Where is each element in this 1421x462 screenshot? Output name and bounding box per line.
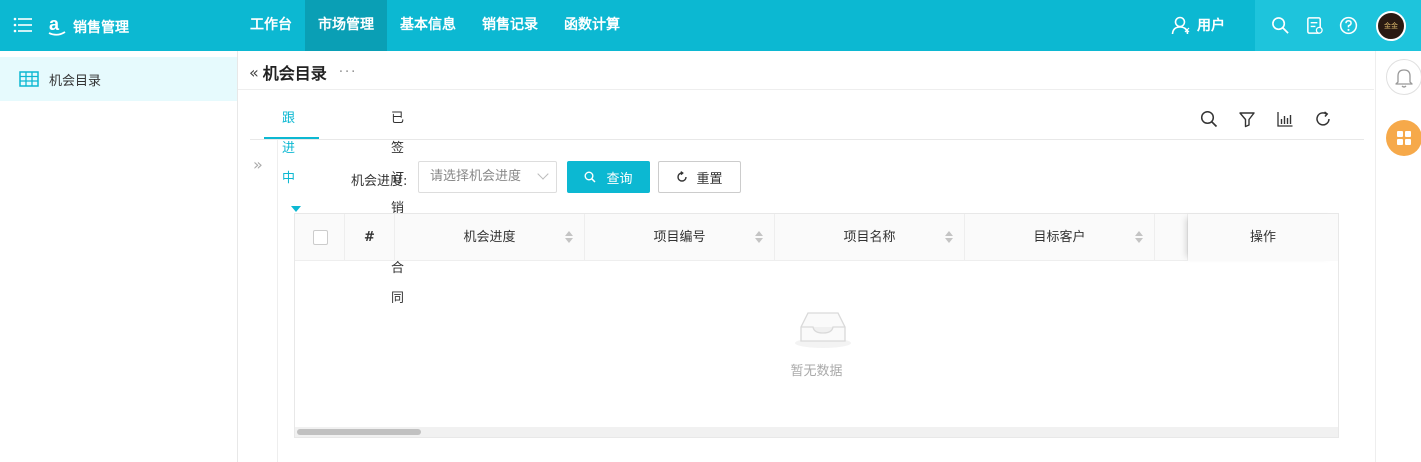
column-header-extra [1155,214,1188,261]
logo-icon: a [48,15,66,36]
avatar[interactable]: 金金 [1376,11,1406,41]
query-button[interactable]: 查询 [567,161,650,193]
top-bar: a 销售管理 工作台 市场管理 基本信息 销售记录 函数计算 用户 金金 [0,0,1421,51]
sidebar-item-label: 机会目录 [49,73,102,89]
sort-icon[interactable] [1135,231,1143,243]
user-menu[interactable]: 用户 [1171,15,1225,35]
divider [250,139,1364,140]
notification-button[interactable] [1386,59,1421,95]
search-icon [584,171,597,183]
tab-label: 跟进中 [282,111,296,186]
sidebar-item-opportunity-catalog[interactable]: 机会目录 [0,57,237,101]
column-header-label: 项目编号 [653,230,706,245]
bar-chart-icon[interactable] [1276,110,1294,128]
sort-icon[interactable] [755,231,763,243]
scrollbar-thumb[interactable] [297,429,421,435]
refresh-icon[interactable] [1314,110,1332,128]
filter-icon[interactable] [1238,110,1256,128]
nav-item-workbench[interactable]: 工作台 [237,0,305,51]
page-header: « 机会目录 ··· [249,60,357,84]
empty-inbox-icon [795,312,851,348]
progress-select[interactable]: 请选择机会进度 [418,161,557,193]
nav-item-function-calc[interactable]: 函数计算 [551,0,633,51]
column-header-actions: 操作 [1188,214,1338,261]
horizontal-scrollbar[interactable] [295,427,1338,437]
column-header-target-customer[interactable]: 目标客户 [965,214,1155,261]
search-icon[interactable] [1200,110,1218,128]
caret-down-icon [291,205,301,212]
app-title: 销售管理 [73,20,129,36]
menu-icon[interactable] [13,15,33,35]
search-icon[interactable] [1271,16,1290,35]
column-header-label: 项目名称 [843,230,896,245]
sidebar: 机会目录 [0,51,238,462]
select-all-checkbox[interactable] [313,230,328,245]
nav-item-market[interactable]: 市场管理 [305,0,387,51]
divider [277,140,278,462]
query-label: 查询 [606,171,633,187]
tab-following[interactable]: 跟进中 [264,104,319,212]
svg-text:a: a [49,15,60,34]
more-icon[interactable]: ··· [339,65,357,80]
empty-text: 暂无数据 [790,364,843,379]
tab-signed-contract[interactable]: 已签订销售合同 [391,104,404,306]
grid-icon [1397,131,1411,145]
column-header-label: 目标客户 [1033,230,1086,245]
column-header-project-no[interactable]: 项目编号 [585,214,775,261]
nav-item-basic-info[interactable]: 基本信息 [387,0,469,51]
table-icon [19,71,39,87]
document-icon[interactable] [1305,16,1324,35]
table-header: # 机会进度 项目编号 项目名称 目标客户 操作 [295,214,1338,261]
user-label: 用户 [1197,18,1225,34]
sort-icon[interactable] [945,231,953,243]
nav-item-sales-record[interactable]: 销售记录 [469,0,551,51]
column-header-label: 机会进度 [463,230,516,245]
double-chevron-left-icon[interactable]: « [249,63,259,82]
data-table: # 机会进度 项目编号 项目名称 目标客户 操作 暂无数据 [294,213,1339,438]
column-header-index: # [345,214,395,261]
bell-icon [1395,69,1413,88]
reset-button[interactable]: 重置 [658,161,741,193]
expand-chevron-icon[interactable]: » [253,155,263,174]
page-title: 机会目录 [262,64,327,83]
divider [238,89,1374,90]
chevron-down-icon [537,168,549,180]
help-icon[interactable] [1339,16,1358,35]
sort-icon[interactable] [565,231,573,243]
select-placeholder: 请选择机会进度 [430,169,522,184]
reset-icon [677,171,688,182]
reset-label: 重置 [696,171,723,187]
column-header-progress[interactable]: 机会进度 [395,214,585,261]
select-all-cell [295,214,345,261]
apps-button[interactable] [1386,120,1421,156]
main-nav: 工作台 市场管理 基本信息 销售记录 函数计算 [237,0,633,51]
filter-label: 机会进度: [351,174,408,189]
right-rail [1375,51,1421,462]
user-icon [1171,16,1190,35]
column-header-project-name[interactable]: 项目名称 [775,214,965,261]
